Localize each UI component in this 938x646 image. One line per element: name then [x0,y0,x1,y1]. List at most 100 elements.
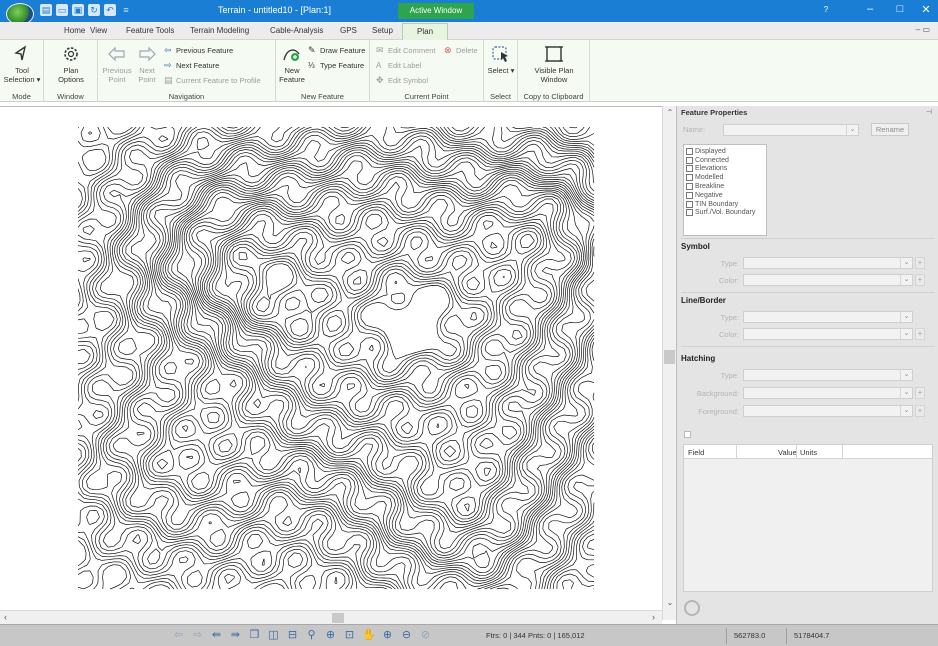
zoom-icon[interactable]: ⚲ [305,629,318,642]
name-dropdown[interactable]: ⌄ [723,124,859,136]
horizontal-scroll-thumb[interactable] [332,613,344,623]
scroll-up-arrow[interactable]: ⌃ [663,108,677,117]
grid-header-field[interactable]: Field [688,448,704,457]
tab-feature-tools[interactable]: Feature Tools [126,26,174,35]
draw-feature-button[interactable]: ✎ Draw Feature [308,46,365,56]
open-file-icon[interactable]: ▭ [56,4,68,16]
edit-label-button[interactable]: A Edit Label [376,61,421,70]
line-color-dropdown[interactable]: ⌄ [743,328,913,340]
hatching-type-dropdown[interactable]: ⌄ [743,369,913,381]
pin-icon[interactable]: ⊣ [926,108,932,116]
hatching-background-dropdown[interactable]: ⌄ [743,387,913,399]
next-point-button[interactable]: Next Point [134,44,160,84]
tile-vertical-icon[interactable]: ◫ [267,629,280,642]
maximize-button[interactable]: □ [892,3,908,15]
panel-title: Feature Properties [681,108,748,117]
tab-terrain-modeling[interactable]: Terrain Modeling [190,26,249,35]
symbol-type-dropdown[interactable]: ⌄ [743,257,913,269]
previous-point-button[interactable]: Previous Point [102,44,132,84]
vertical-scrollbar[interactable]: ⌃ ⌄ [662,106,676,620]
plan-options-button[interactable]: Plan Options [50,44,92,84]
flag-tin-boundary[interactable]: TIN Boundary [686,200,764,209]
close-button[interactable]: ✕ [918,3,934,16]
checkbox[interactable] [686,156,693,164]
zoom-window-icon[interactable]: ⊡ [343,629,356,642]
minimize-button[interactable]: – [862,3,878,15]
grid-header-units[interactable]: Units [800,448,817,457]
tile-horizontal-icon[interactable]: ⊟ [286,629,299,642]
next-feature-button[interactable]: ⇨ Next Feature [164,61,219,71]
new-file-icon[interactable]: ▤ [40,4,52,16]
help-icon[interactable]: ? [818,5,834,14]
flag-surf-vol-boundary[interactable]: Surf./Vol. Boundary [686,209,764,218]
zoom-in-plus-icon[interactable]: ⊕ [381,629,394,642]
flag-elevations[interactable]: Elevations [686,165,764,174]
hatching-foreground-add-button[interactable]: + [915,405,925,417]
symbol-type-add-button[interactable]: + [915,257,925,269]
checkbox[interactable] [686,174,693,182]
edit-comment-button[interactable]: ✉ Edit Comment [376,46,436,56]
extra-checkbox[interactable] [684,431,691,438]
contour-map[interactable] [78,127,598,591]
hatching-foreground-dropdown[interactable]: ⌄ [743,405,913,417]
tab-cable-analysis[interactable]: Cable-Analysis [270,26,323,35]
tool-selection-button[interactable]: Tool Selection ▾ [2,44,42,84]
edit-symbol-button[interactable]: ✥ Edit Symbol [376,76,428,86]
flag-breakline[interactable]: Breakline [686,182,764,191]
tab-plan[interactable]: Plan [402,23,449,40]
hatching-background-add-button[interactable]: + [915,387,925,399]
zoom-in-icon[interactable]: ⊕ [324,629,337,642]
scroll-right-arrow[interactable]: › [652,612,655,622]
line-type-dropdown[interactable]: ⌄ [743,311,913,323]
checkbox[interactable] [686,200,693,208]
previous-point-nav-icon[interactable]: ⇦ [172,629,185,642]
current-feature-to-profile-button[interactable]: ▤ Current Feature to Profile [164,76,261,86]
grid-header-value[interactable]: Value [778,448,797,457]
cascade-windows-icon[interactable]: ❐ [248,629,261,642]
next-point-nav-icon[interactable]: ⇨ [191,629,204,642]
flag-negative[interactable]: Negative [686,191,764,200]
attribute-grid[interactable]: Field Value Units [683,444,933,592]
visible-plan-window-button[interactable]: Visible Plan Window [524,44,584,84]
hand-icon[interactable]: ✋ [362,629,376,642]
redo-icon[interactable]: ↻ [88,4,100,16]
tab-gps[interactable]: GPS [340,26,357,35]
plan-view[interactable] [0,106,662,610]
tab-view[interactable]: View [90,26,107,35]
zoom-out-icon[interactable]: ⊖ [400,629,413,642]
ribbon-minimize-controls[interactable]: – ▭ [916,25,930,34]
checkbox[interactable] [686,209,693,217]
tab-home[interactable]: Home [64,26,85,35]
symbol-color-dropdown[interactable]: ⌄ [743,274,913,286]
delete-button[interactable]: ⊗ Delete [444,46,478,56]
tab-setup[interactable]: Setup [372,26,393,35]
checkbox[interactable] [686,165,693,173]
undo-icon[interactable]: ↶ [104,4,116,16]
grid-column-divider [796,445,797,459]
checkbox[interactable] [686,183,693,191]
checkbox[interactable] [686,191,693,199]
flag-label: TIN Boundary [695,200,739,208]
new-feature-button[interactable]: New Feature [278,44,306,84]
symbol-color-add-button[interactable]: + [915,274,925,286]
checkbox[interactable] [686,147,693,155]
horizontal-scrollbar[interactable]: ‹ › [0,610,662,624]
customize-qat-icon[interactable]: ≡ [120,4,132,16]
gear-icon[interactable] [684,600,700,616]
save-icon[interactable]: ▣ [72,4,84,16]
flag-connected[interactable]: Connected [686,156,764,165]
vertical-scroll-thumb[interactable] [664,350,675,364]
scroll-left-arrow[interactable]: ‹ [4,612,7,622]
group-label-window: Window [57,92,84,101]
previous-feature-nav-icon[interactable]: ⇚ [210,629,223,642]
scroll-down-arrow[interactable]: ⌄ [663,598,677,607]
previous-feature-button[interactable]: ⇦ Previous Feature [164,46,233,56]
type-feature-button[interactable]: ⅓ Type Feature [308,61,364,70]
flag-displayed[interactable]: Displayed [686,147,764,156]
line-color-add-button[interactable]: + [915,328,925,340]
flag-modelled[interactable]: Modelled [686,173,764,182]
zoom-previous-icon[interactable]: ⊘ [419,629,432,642]
select-button[interactable]: Select ▾ [487,44,515,75]
next-feature-nav-icon[interactable]: ⇛ [229,629,242,642]
rename-button[interactable]: Rename [871,123,909,136]
